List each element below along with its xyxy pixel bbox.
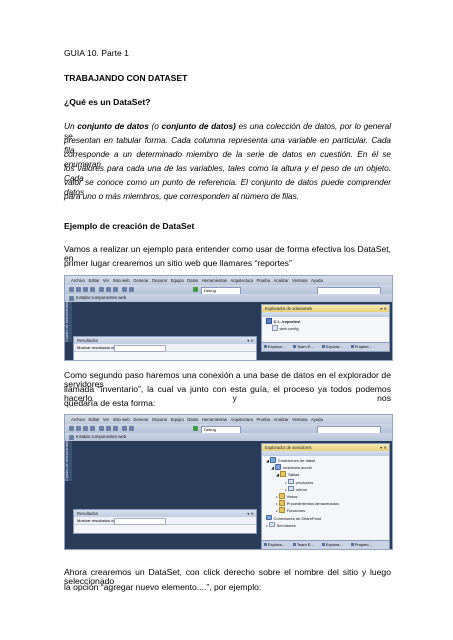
results-panel: Resultados ▾ ✕ Mostrar resultados desde: — [73, 336, 257, 360]
toolbox-tab: Cuadro de herramientas — [65, 440, 72, 481]
question-heading: ¿Qué es un DataSet? — [64, 97, 151, 107]
results-header: Resultados ▾ ✕ — [74, 337, 256, 344]
results-panel: Resultados ▾ ✕ Mostrar resultados desde: — [73, 509, 257, 534]
start-debug-icon — [193, 426, 198, 431]
tree-item-data-connections: ◢ Conexiones de datos — [266, 457, 316, 463]
install-icon — [69, 434, 74, 440]
panel-bottom-tabs: Explora... Team E... Explora... Propied... — [262, 342, 389, 351]
tree-item-servers: ▹ Servidores — [266, 521, 296, 528]
ide-toolbar: Debug — [65, 424, 392, 434]
install-components-label: Instalar componentes web — [76, 295, 127, 300]
open-icon — [76, 287, 81, 292]
tree-item-views: ▹ Vistas — [276, 493, 298, 500]
paragraph3-line-2: la opción “agregar nuevo elemento....”, … — [64, 582, 262, 592]
close-icon: ▾ ✕ — [247, 338, 254, 343]
folder-icon — [279, 500, 286, 506]
ide-toolbar-2: Instalar componentes web — [65, 294, 392, 302]
paste-icon — [113, 287, 118, 292]
redo-icon — [129, 287, 134, 292]
tree-item-functions: ▹ Funciones — [276, 507, 306, 514]
save-icon — [83, 426, 88, 431]
solution-explorer-header: Explorador de soluciones ▾ ✕ — [262, 305, 389, 312]
copy-icon — [106, 426, 111, 431]
paragraph1-line-2: primer lugar crearemos un sitio web que … — [64, 258, 292, 268]
save-icon — [83, 287, 88, 292]
server-explorer-panel: Explorador de servidores ▾ ✕ ◢ Conexiones… — [261, 443, 390, 549]
tree-item-webconfig: web.config — [262, 325, 389, 332]
ide-toolbar: Debug — [65, 285, 392, 295]
tree-item-tables: ◢ Tablas — [276, 471, 300, 478]
cut-icon — [99, 426, 104, 431]
definition-line-6: para uno o más miembros, que corresponde… — [64, 191, 299, 201]
server-tree: ◢ Conexiones de datos ◢ inventario.accdb… — [262, 456, 389, 529]
panel-bottom-tabs: Explora... Team E... Explora... Propied... — [262, 540, 389, 549]
solution-explorer-toolbar — [262, 312, 389, 317]
server-icon — [269, 521, 276, 528]
results-source-combo — [114, 518, 166, 525]
project-icon — [266, 318, 272, 324]
table-icon — [288, 485, 295, 492]
folder-icon — [279, 507, 286, 513]
tree-item-sharepoint: Conexiones de SharePoint — [262, 514, 389, 522]
cut-icon — [99, 287, 104, 292]
tree-item-productos: ▹ productos — [285, 478, 314, 485]
config-file-icon — [272, 325, 278, 331]
results-header: Resultados ▾ ✕ — [74, 510, 256, 517]
new-project-icon — [69, 287, 74, 292]
tree-item-procedures: ▹ Procedimientos almacenados — [276, 500, 340, 507]
folder-icon — [280, 471, 287, 477]
paragraph2-line-3: quedaría de esta forma: — [64, 398, 156, 408]
ide-menubar: Archivo Editar Ver Sitio web Generar Depurar E… — [65, 415, 392, 424]
tree-item-inventario: ◢ inventario.accdb — [271, 464, 312, 471]
copy-icon — [106, 287, 111, 292]
ide-screenshot-2: Archivo Editar Ver Sitio web Generar Depurar E… — [64, 414, 393, 550]
start-debug-icon — [193, 287, 198, 292]
server-explorer-header: Explorador de servidores ▾ ✕ — [262, 444, 389, 451]
toolbox-tab: Cuadro de herramientas — [65, 301, 72, 342]
table-icon — [288, 478, 295, 485]
undo-icon — [122, 287, 127, 292]
ide-menubar: Archivo Editar Ver Sitio web Generar Depurar E… — [65, 276, 392, 285]
results-source-bar: Mostrar resultados desde: — [74, 344, 256, 352]
paste-icon — [113, 426, 118, 431]
database-icon — [275, 464, 282, 470]
install-components-label: Instalar componentes web — [76, 434, 127, 439]
save-all-icon — [90, 287, 95, 292]
sharepoint-icon — [266, 514, 272, 521]
open-icon — [76, 426, 81, 431]
folder-icon — [279, 493, 286, 499]
save-all-icon — [90, 426, 95, 431]
guide-heading: GUIA 10. Parte 1 — [64, 48, 129, 58]
tree-item-site: C:\...\reportes\ — [262, 318, 389, 325]
close-icon: ▾ ✕ — [380, 306, 387, 311]
redo-icon — [129, 426, 134, 431]
new-project-icon — [69, 426, 74, 431]
solution-explorer-panel: Explorador de soluciones ▾ ✕ C:\...\repor… — [261, 304, 390, 352]
close-icon: ▾ ✕ — [380, 445, 387, 450]
solution-tree: C:\...\reportes\ web.config — [262, 317, 389, 332]
undo-icon — [122, 426, 127, 431]
ide-screenshot-1: Archivo Editar Ver Sitio web Generar Depurar E… — [64, 275, 393, 361]
database-icon — [270, 457, 277, 463]
close-icon: ▾ ✕ — [247, 511, 254, 516]
results-source-bar: Mostrar resultados desde: — [74, 517, 256, 525]
ide-toolbar-2: Instalar componentes web — [65, 433, 392, 441]
server-explorer-toolbar — [262, 451, 389, 456]
results-source-combo — [114, 345, 166, 352]
install-icon — [69, 295, 74, 301]
example-title: Ejemplo de creación de DataSet — [64, 221, 195, 231]
section-title: TRABAJANDO CON DATASET — [64, 73, 188, 83]
tree-item-rubros: ▹ rubros — [285, 485, 307, 492]
